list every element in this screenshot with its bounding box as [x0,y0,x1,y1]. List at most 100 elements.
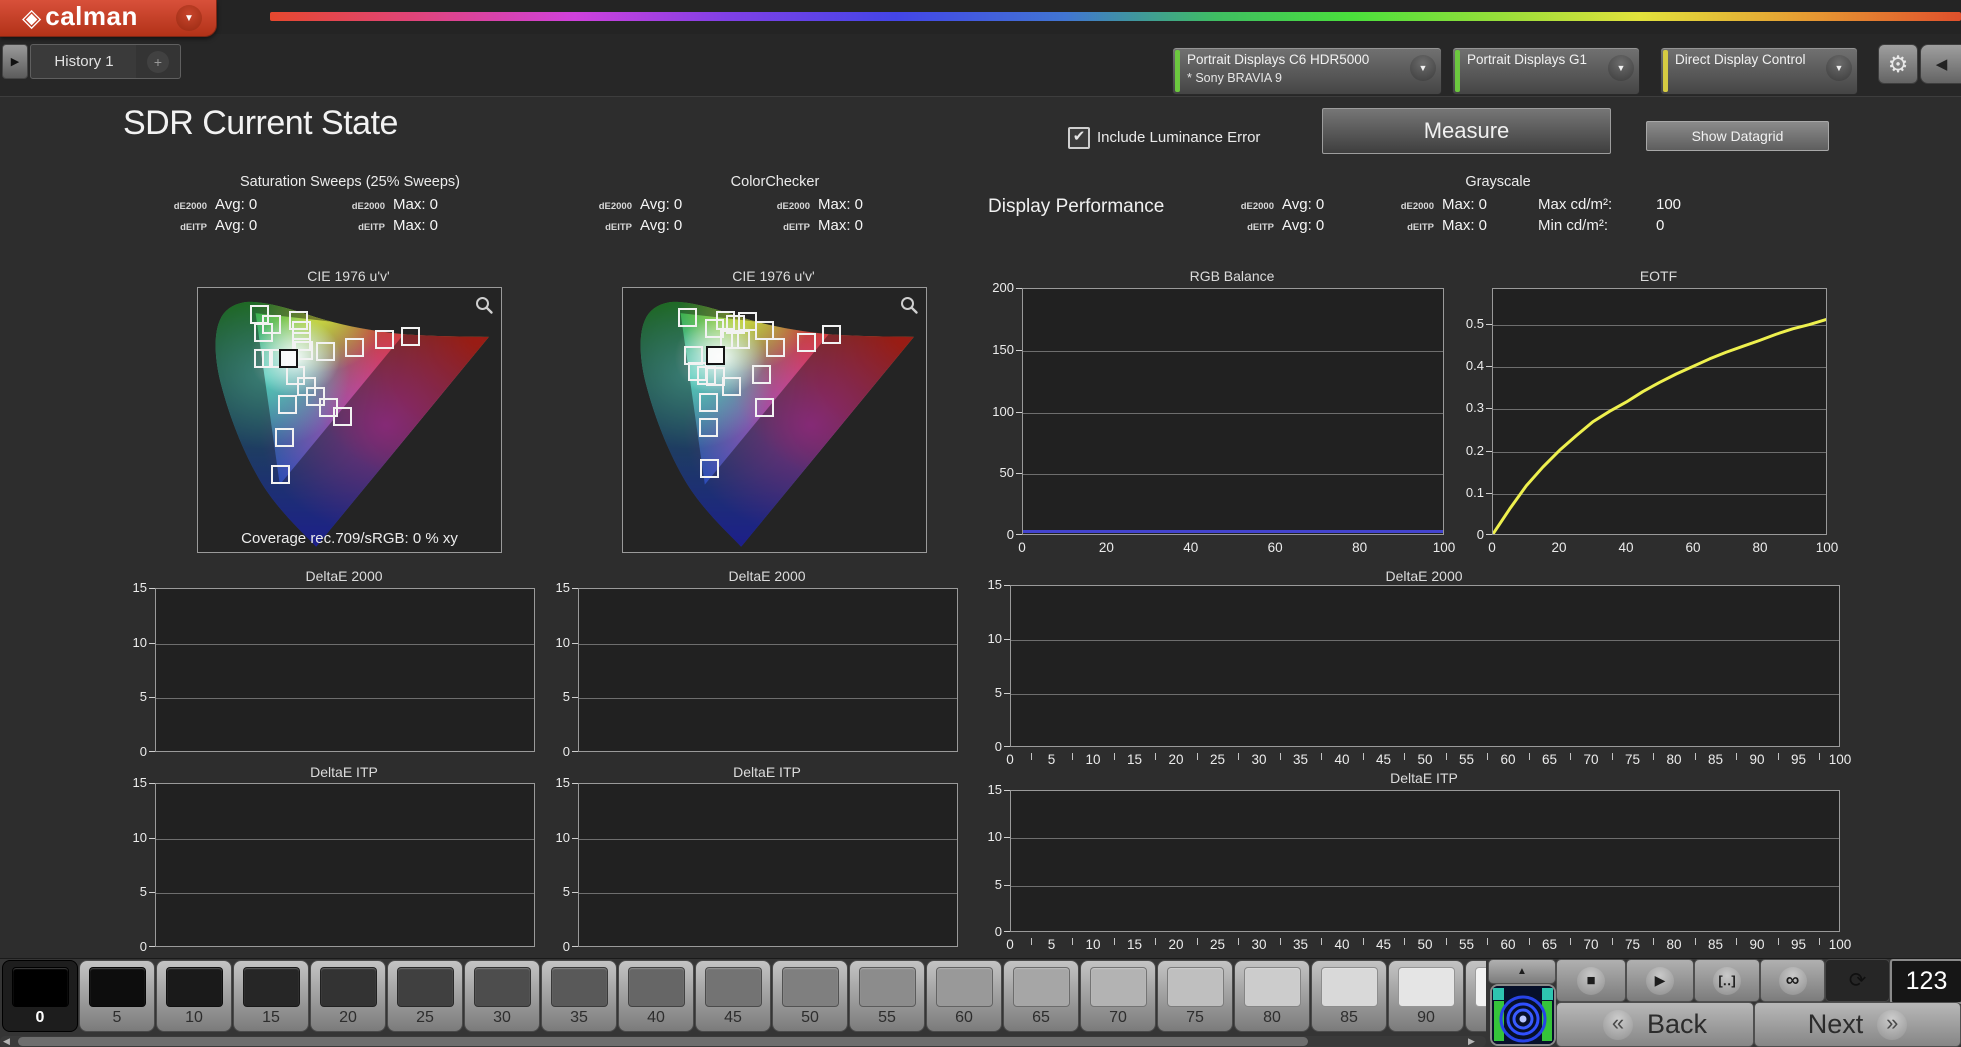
x-axis-minor-tick [1487,938,1489,945]
x-axis-minor-tick [1196,938,1198,945]
x-axis-tick-label: 15 [1126,752,1143,767]
x-axis-tick-label: 30 [1251,752,1267,767]
logo-menu-button[interactable]: ▼ [176,5,202,31]
repeat-button[interactable]: ⟳ [1825,959,1890,1002]
patch-button-90[interactable]: 90 [1388,960,1464,1032]
tab-history-1[interactable]: History 1 [30,44,138,79]
back-button[interactable]: « Back [1556,1002,1754,1047]
stat-metric-label: dEITP [783,222,810,233]
pattern-preview-thumbnail[interactable] [1490,984,1556,1046]
gridline [156,893,534,895]
stat-metric-label: dEITP [180,222,207,233]
patch-button-45[interactable]: 45 [695,960,771,1032]
x-axis-minor-tick [1819,753,1821,760]
x-axis-tick-label: 45 [1375,937,1392,952]
patch-swatch [320,967,377,1007]
y-axis-tick-label: 15 [555,775,570,790]
patch-label: 60 [955,1009,973,1026]
zoom-icon[interactable] [899,295,919,315]
stop-button[interactable]: ■ [1556,959,1626,1002]
measurement-target-marker [754,397,774,417]
gridline [1011,885,1839,887]
patch-button-80[interactable]: 80 [1234,960,1310,1032]
patch-button-35[interactable]: 35 [541,960,617,1032]
run-button[interactable]: ▶ [2,44,28,79]
y-axis-tick-label: 50 [999,465,1014,481]
patch-button-25[interactable]: 25 [387,960,463,1032]
stat-metric-label: Max cd/m²: [1538,196,1613,213]
x-axis-minor-tick [1030,938,1032,945]
patch-button-30[interactable]: 30 [464,960,540,1032]
stat-value: Avg: 0 [215,217,258,234]
patch-button-5[interactable]: 5 [79,960,155,1032]
patch-button-85[interactable]: 85 [1311,960,1387,1032]
scrollbar-thumb[interactable] [18,1037,1308,1046]
chevron-down-icon[interactable]: ▼ [1410,55,1436,81]
y-axis-tick-label: 5 [994,685,1002,700]
pattern-panel-expand-button[interactable]: ▲ [1488,959,1556,984]
patch-button-20[interactable]: 20 [310,960,386,1032]
x-axis-tick-label: 60 [1500,752,1516,767]
add-tab-button[interactable]: + [136,44,181,79]
x-axis-minor-tick [1072,938,1074,945]
patch-button-75[interactable]: 75 [1157,960,1233,1032]
play-button[interactable]: ▶ [1626,959,1694,1002]
loop-continuous-button[interactable]: ∞ [1760,959,1825,1002]
x-axis-tick-label: 10 [1085,752,1101,767]
x-axis-tick-label: 100 [1815,540,1839,555]
patch-button-55[interactable]: 55 [849,960,925,1032]
gridline [1011,640,1839,641]
chart-title-eotf: EOTF [1639,268,1678,284]
measure-button[interactable]: Measure [1322,108,1611,154]
patch-button-15[interactable]: 15 [233,960,309,1032]
patch-swatch [1013,967,1070,1007]
include-luminance-checkbox[interactable]: ✔ [1068,127,1090,149]
patch-button-70[interactable]: 70 [1080,960,1156,1032]
y-axis-tick-label: 10 [987,631,1002,646]
display-control-dropdown[interactable]: Direct Display Control ▼ [1660,47,1858,95]
patch-swatch [1321,967,1378,1007]
x-axis-tick-label: 95 [1790,752,1807,767]
stat-value: Avg: 0 [640,196,683,213]
measurement-target-marker [316,342,336,362]
stats-row: dEITP Avg: 0 dEITP Max: 0 [150,217,550,238]
scroll-right-icon[interactable]: ▶ [1468,1036,1475,1047]
x-axis-tick-label: 90 [1749,752,1765,767]
x-axis-tick-label: 80 [1352,540,1368,555]
stat-value: Max: 0 [1442,196,1488,213]
calman-window: ◈ calman ▼ ▶ History 1 + Portrait Displa… [0,0,1961,1047]
x-axis-tick-label: 80 [1666,937,1682,952]
zoom-icon[interactable] [474,295,494,315]
chevron-down-icon[interactable]: ▼ [1608,55,1634,81]
patch-button-65[interactable]: 65 [1003,960,1079,1032]
y-axis-tick-mark [1486,534,1492,535]
include-luminance-label: Include Luminance Error [1097,129,1261,146]
settings-button[interactable]: ⚙ [1878,44,1918,84]
scroll-left-icon[interactable]: ◀ [3,1036,10,1047]
chevrons-right-icon: » [1877,1009,1908,1040]
stat-value: Avg: 0 [640,217,683,234]
step-range-button[interactable]: [‥] [1694,959,1760,1002]
patch-button-50[interactable]: 50 [772,960,848,1032]
pattern-generator-dropdown[interactable]: Portrait Displays G1 ▼ [1452,47,1640,95]
patch-label: 80 [1263,1009,1281,1026]
next-button[interactable]: Next » [1754,1002,1961,1047]
stat-value: 100 [1656,196,1682,213]
patch-button-0[interactable]: 0 [2,960,78,1032]
y-axis-tick-mark [572,588,578,589]
patch-button-partial[interactable] [1465,960,1486,1032]
patch-swatch [1398,967,1455,1007]
collapse-panel-button[interactable]: ◀ [1920,44,1961,84]
chevron-down-icon[interactable]: ▼ [1826,55,1852,81]
patch-button-10[interactable]: 10 [156,960,232,1032]
gridline [579,643,957,645]
patch-button-60[interactable]: 60 [926,960,1002,1032]
gridline [156,698,534,700]
x-axis-minor-tick [1777,753,1779,760]
patch-scrollbar[interactable]: ◀ ▶ [0,1036,1486,1047]
patch-button-40[interactable]: 40 [618,960,694,1032]
meter-dropdown[interactable]: Portrait Displays C6 HDR5000 * Sony BRAV… [1172,47,1442,95]
y-axis-tick-label: 0.2 [1465,442,1484,458]
show-datagrid-button[interactable]: Show Datagrid [1646,121,1829,151]
app-logo[interactable]: ◈ calman ▼ [0,0,217,37]
